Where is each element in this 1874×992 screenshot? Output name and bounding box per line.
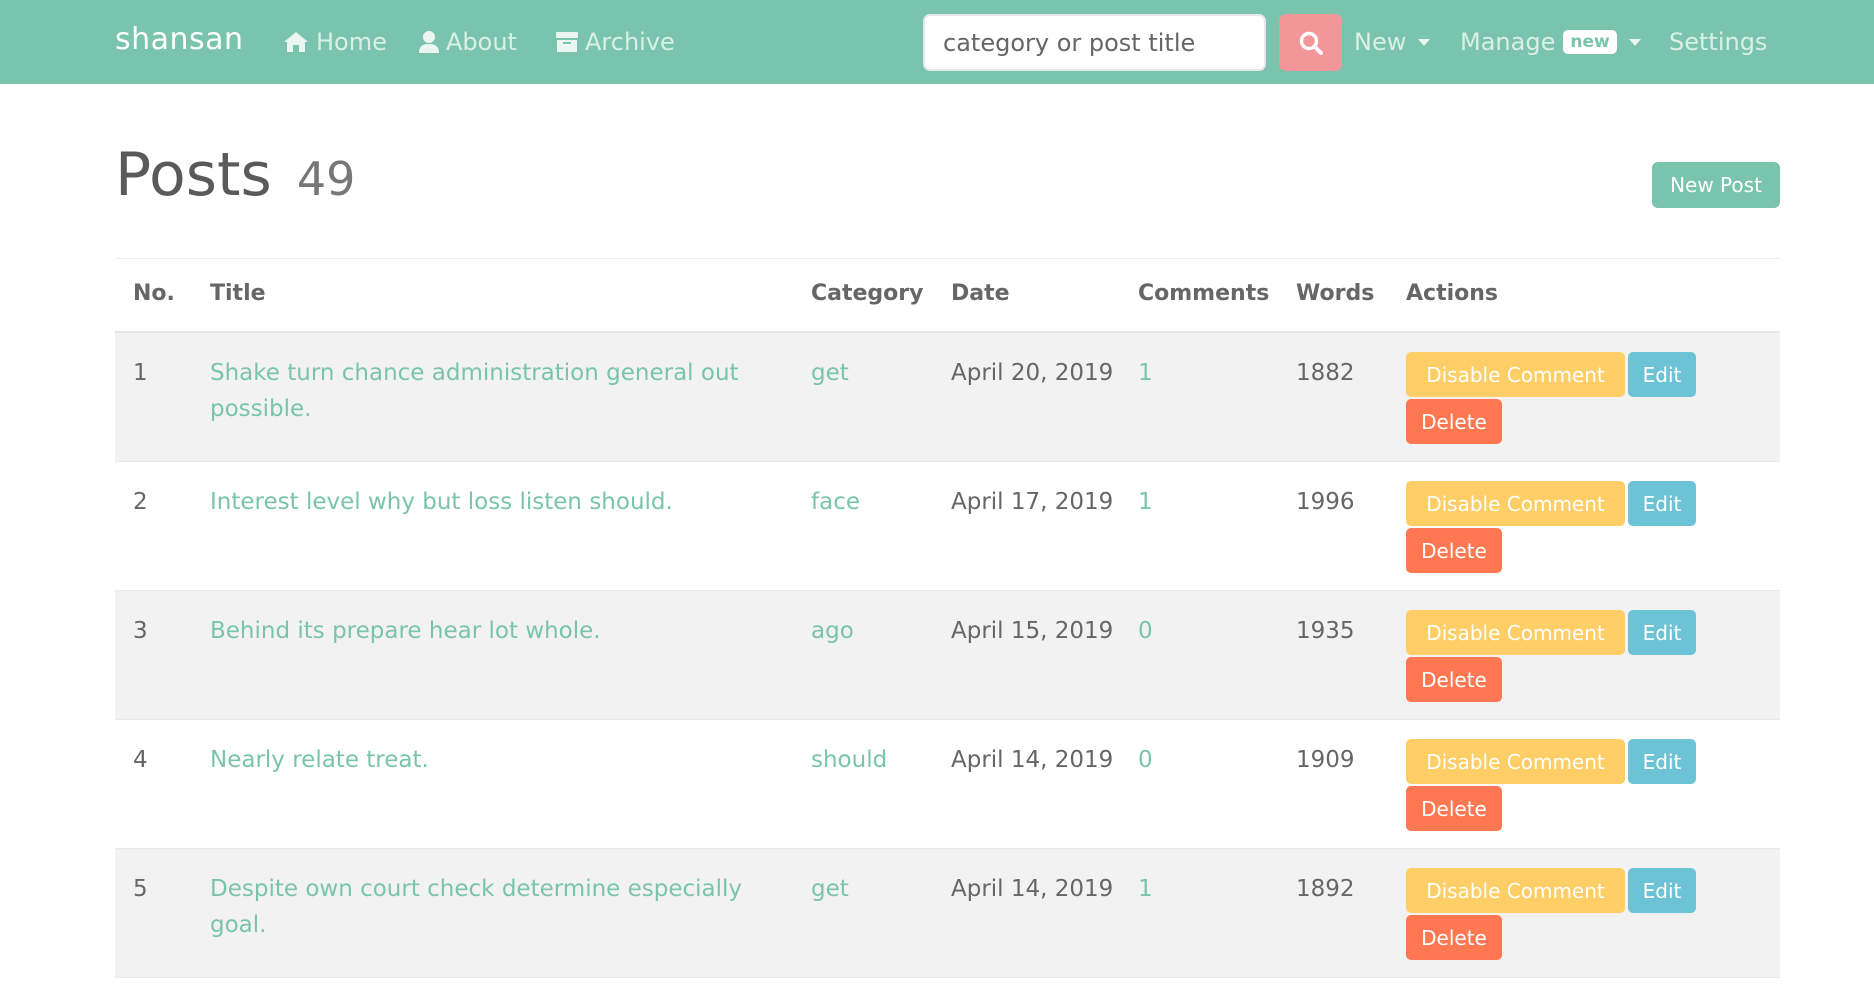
chevron-down-icon	[1418, 38, 1431, 46]
header-words: Words	[1296, 281, 1375, 306]
delete-button[interactable]: Delete	[1406, 657, 1502, 702]
row-actions: Disable Comment Edit Delete	[1406, 868, 1726, 960]
category-link[interactable]: ago	[811, 613, 854, 649]
nav-manage-label: Manage	[1460, 28, 1556, 56]
header-title: Title	[210, 281, 266, 306]
navbar: shansan Home About Archive New Manage ne	[0, 0, 1874, 84]
word-count: 1935	[1296, 618, 1355, 644]
word-count: 1996	[1296, 489, 1355, 515]
search-input[interactable]	[923, 14, 1266, 71]
header-comments: Comments	[1138, 281, 1270, 306]
post-title-link[interactable]: Nearly relate treat.	[210, 742, 770, 778]
edit-button[interactable]: Edit	[1628, 610, 1696, 655]
page-title: Posts 49	[115, 140, 355, 210]
post-date: April 14, 2019	[951, 876, 1114, 902]
post-count: 49	[296, 152, 356, 206]
comments-count-link[interactable]: 0	[1138, 613, 1153, 649]
disable-comment-button[interactable]: Disable Comment	[1406, 739, 1625, 784]
row-number: 4	[133, 747, 148, 773]
category-link[interactable]: get	[811, 355, 849, 391]
nav-archive-label: Archive	[585, 28, 675, 56]
chevron-down-icon	[1628, 38, 1641, 46]
post-title-link[interactable]: Behind its prepare hear lot whole.	[210, 613, 770, 649]
header-actions: Actions	[1406, 281, 1498, 306]
nav-manage-dropdown[interactable]: Manage new	[1460, 24, 1641, 60]
nav-about[interactable]: About	[418, 24, 517, 60]
comments-count-link[interactable]: 0	[1138, 742, 1153, 778]
new-post-button[interactable]: New Post	[1652, 162, 1780, 208]
nav-about-label: About	[446, 28, 517, 56]
category-link[interactable]: should	[811, 742, 887, 778]
post-date: April 20, 2019	[951, 360, 1114, 386]
new-badge: new	[1563, 30, 1617, 54]
nav-new-label: New	[1354, 28, 1407, 56]
edit-button[interactable]: Edit	[1628, 481, 1696, 526]
table-row: 2 Interest level why but loss listen sho…	[115, 462, 1780, 591]
delete-button[interactable]: Delete	[1406, 786, 1502, 831]
nav-home-label: Home	[316, 28, 387, 56]
page-title-text: Posts	[115, 140, 272, 210]
search-button[interactable]	[1279, 14, 1342, 71]
posts-table: No. Title Category Date Comments Words A…	[115, 258, 1780, 978]
post-date: April 17, 2019	[951, 489, 1114, 515]
delete-button[interactable]: Delete	[1406, 915, 1502, 960]
post-date: April 14, 2019	[951, 747, 1114, 773]
disable-comment-button[interactable]: Disable Comment	[1406, 481, 1625, 526]
table-header: No. Title Category Date Comments Words A…	[115, 259, 1780, 333]
category-link[interactable]: face	[811, 484, 860, 520]
home-icon	[284, 32, 308, 52]
table-row: 3 Behind its prepare hear lot whole. ago…	[115, 591, 1780, 720]
word-count: 1892	[1296, 876, 1355, 902]
row-actions: Disable Comment Edit Delete	[1406, 739, 1726, 831]
nav-new-dropdown[interactable]: New	[1354, 24, 1431, 60]
word-count: 1882	[1296, 360, 1355, 386]
post-date: April 15, 2019	[951, 618, 1114, 644]
word-count: 1909	[1296, 747, 1355, 773]
post-title-link[interactable]: Despite own court check determine especi…	[210, 871, 770, 943]
archive-icon	[556, 32, 578, 52]
row-number: 5	[133, 876, 148, 902]
category-link[interactable]: get	[811, 871, 849, 907]
header-no: No.	[133, 281, 175, 306]
delete-button[interactable]: Delete	[1406, 528, 1502, 573]
row-actions: Disable Comment Edit Delete	[1406, 610, 1726, 702]
brand-logo[interactable]: shansan	[115, 22, 244, 57]
nav-home[interactable]: Home	[282, 24, 387, 60]
edit-button[interactable]: Edit	[1628, 868, 1696, 913]
table-row: 4 Nearly relate treat. should April 14, …	[115, 720, 1780, 849]
row-number: 2	[133, 489, 148, 515]
post-title-link[interactable]: Shake turn chance administration general…	[210, 355, 770, 427]
row-number: 1	[133, 360, 148, 386]
table-row: 5 Despite own court check determine espe…	[115, 849, 1780, 978]
nav-settings[interactable]: Settings	[1669, 24, 1767, 60]
nav-archive[interactable]: Archive	[555, 24, 675, 60]
post-title-link[interactable]: Interest level why but loss listen shoul…	[210, 484, 770, 520]
edit-button[interactable]: Edit	[1628, 739, 1696, 784]
table-row: 1 Shake turn chance administration gener…	[115, 333, 1780, 462]
search-icon	[1299, 31, 1323, 55]
edit-button[interactable]: Edit	[1628, 352, 1696, 397]
header-date: Date	[951, 281, 1010, 306]
row-actions: Disable Comment Edit Delete	[1406, 352, 1726, 444]
header-category: Category	[811, 281, 924, 306]
row-number: 3	[133, 618, 148, 644]
disable-comment-button[interactable]: Disable Comment	[1406, 610, 1625, 655]
delete-button[interactable]: Delete	[1406, 399, 1502, 444]
comments-count-link[interactable]: 1	[1138, 355, 1153, 391]
comments-count-link[interactable]: 1	[1138, 871, 1153, 907]
row-actions: Disable Comment Edit Delete	[1406, 481, 1726, 573]
comments-count-link[interactable]: 1	[1138, 484, 1153, 520]
user-icon	[419, 31, 439, 53]
disable-comment-button[interactable]: Disable Comment	[1406, 868, 1625, 913]
disable-comment-button[interactable]: Disable Comment	[1406, 352, 1625, 397]
